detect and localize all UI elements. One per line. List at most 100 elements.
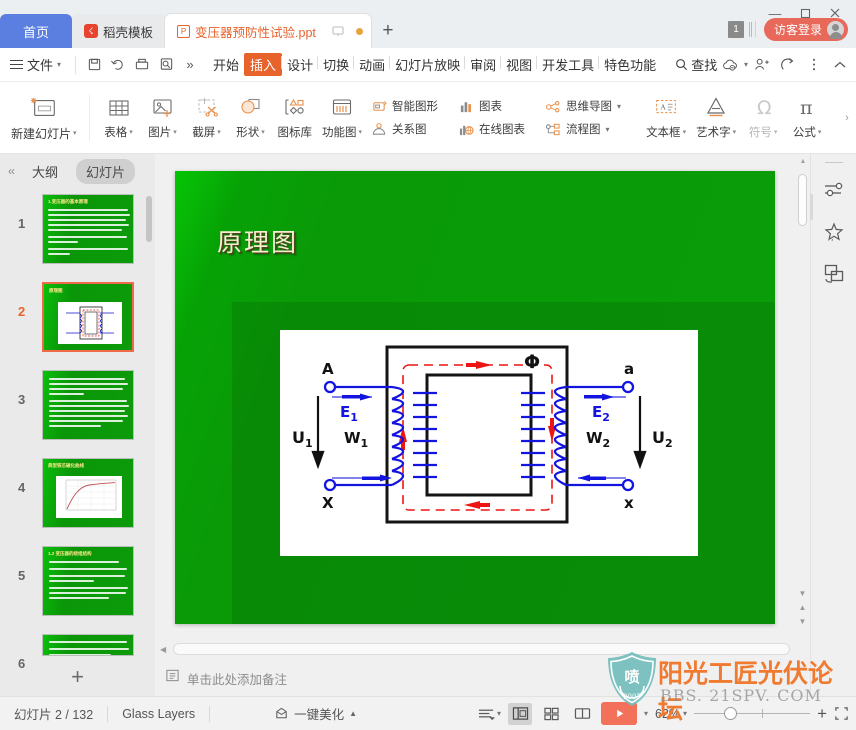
horizontal-scrollbar-thumb[interactable]: [173, 643, 790, 655]
ribbon-expand-icon[interactable]: ›: [840, 112, 854, 124]
mindmap-button[interactable]: 思维导图 ▾: [541, 97, 625, 115]
list-item[interactable]: 2 原理图: [0, 276, 155, 364]
formula-button[interactable]: π 公式 ▾: [785, 93, 829, 142]
insert-table-button[interactable]: 表格 ▾: [97, 93, 141, 142]
start-slideshow-button[interactable]: [601, 702, 637, 725]
add-slide-button[interactable]: +: [0, 664, 155, 690]
list-item[interactable]: 4 典型铁芯磁化曲线: [0, 452, 155, 540]
list-item[interactable]: 1 1.变压器的基本原理: [0, 188, 155, 276]
flowchart-button[interactable]: 流程图 ▾: [541, 120, 625, 138]
reading-view-button[interactable]: [570, 703, 594, 725]
slide-nav-middle[interactable]: ▲: [797, 603, 808, 612]
ribbon-tab-insert[interactable]: 插入: [244, 53, 283, 76]
notes-pane[interactable]: 单击此处添加备注: [155, 660, 810, 696]
normal-view-button[interactable]: [508, 702, 532, 725]
new-tab-button[interactable]: +: [371, 14, 405, 48]
ribbon-tab-developer[interactable]: 开发工具: [536, 53, 599, 76]
textbox-button[interactable]: A 文本框 ▾: [641, 93, 691, 142]
editor-horizontal-scrollbar[interactable]: ◀: [155, 640, 796, 660]
slide-thumbnail[interactable]: 典型铁芯磁化曲线: [42, 458, 134, 528]
symbol-button[interactable]: Ω 符号 ▾: [741, 93, 785, 142]
scrollbar-thumb[interactable]: [798, 174, 807, 226]
scroll-up-arrow[interactable]: ▲: [799, 158, 807, 165]
fit-to-window-button[interactable]: [834, 706, 850, 722]
add-collaborator-icon[interactable]: [750, 53, 774, 77]
design-ideas-button[interactable]: [811, 169, 856, 211]
scroll-left-arrow[interactable]: ◀: [160, 645, 166, 654]
print-icon[interactable]: [130, 53, 154, 77]
cloud-sync-icon[interactable]: [718, 53, 742, 77]
undo-icon[interactable]: [106, 53, 130, 77]
tab-docer-template[interactable]: ☇ 稻壳模板: [72, 14, 166, 48]
beautify-button[interactable]: 一键美化 ▲: [274, 704, 357, 723]
chevron-down-icon[interactable]: ▾: [744, 60, 748, 69]
insert-picture-button[interactable]: 图片 ▾: [141, 93, 185, 142]
next-slide-button[interactable]: ▼: [797, 617, 808, 626]
text-align-button[interactable]: ▾: [478, 707, 501, 721]
zoom-slider[interactable]: [694, 705, 811, 723]
save-icon[interactable]: [82, 53, 106, 77]
ribbon-tab-design[interactable]: 设计: [281, 53, 318, 76]
function-chart-button[interactable]: 功能图 ▾: [317, 93, 367, 142]
minimize-button[interactable]: —: [760, 2, 790, 24]
slideshow-options-caret[interactable]: ▾: [644, 709, 648, 718]
beautify-button[interactable]: [811, 211, 856, 253]
label-U1: U1: [292, 428, 313, 450]
maximize-button[interactable]: [790, 2, 820, 24]
chart-button[interactable]: 图表: [454, 97, 529, 115]
zoom-level-button[interactable]: 62% ▾: [655, 707, 687, 721]
ribbon-tab-animations[interactable]: 动画: [353, 53, 390, 76]
slide-thumbnail[interactable]: [42, 370, 134, 440]
transformer-principle-diagram[interactable]: Φ A X a x U1 U2 W1 W2 E1 E2: [280, 330, 698, 556]
fit-to-window-icon: [835, 706, 848, 720]
slide-thumbnail[interactable]: 原理图: [42, 282, 134, 352]
layers-button[interactable]: [811, 253, 856, 295]
list-item[interactable]: 3: [0, 364, 155, 452]
panel-tab-slides[interactable]: 幻灯片: [76, 158, 136, 184]
tab-count-badge[interactable]: 1: [728, 21, 750, 38]
slide-canvas[interactable]: 原理图 Φ A X a x U1 U2 W1 W2 E1 E2: [175, 171, 775, 624]
new-slide-button[interactable]: 新建幻灯片 ▾: [6, 92, 82, 144]
rail-drag-handle[interactable]: [810, 194, 813, 220]
collapse-panel-icon[interactable]: ‹‹: [8, 164, 15, 178]
ribbon-tab-transitions[interactable]: 切换: [317, 53, 354, 76]
zoom-slider-handle[interactable]: [724, 706, 738, 720]
slide-thumbnail[interactable]: [42, 634, 134, 656]
ribbon-tab-start[interactable]: 开始: [208, 53, 244, 76]
zoom-in-button[interactable]: +: [817, 704, 827, 724]
find-button[interactable]: 查找: [675, 55, 717, 74]
wordart-button[interactable]: 艺术字 ▾: [691, 93, 741, 142]
smart-art-button[interactable]: 智能图形: [367, 97, 442, 115]
online-chart-button[interactable]: 在线图表: [454, 120, 529, 138]
screenshot-button[interactable]: 截屏 ▾: [185, 93, 229, 142]
slide-thumbnail[interactable]: 1.2 变压器的绕组结构: [42, 546, 134, 616]
ribbon-tab-special[interactable]: 特色功能: [598, 53, 661, 76]
slide-thumbnail[interactable]: 1.变压器的基本原理: [42, 194, 134, 264]
panel-tab-outline[interactable]: 大纲: [22, 159, 68, 184]
thumbnail-list[interactable]: 1 1.变压器的基本原理 2 原理图 3 4 典型铁芯磁化曲线 5 1.2 变压…: [0, 188, 155, 696]
shapes-button[interactable]: 形状 ▾: [229, 93, 273, 142]
tab-document[interactable]: P 变压器预防性试验.ppt: [165, 14, 371, 48]
previous-slide-button[interactable]: ▼: [797, 589, 808, 598]
present-screen-icon[interactable]: [331, 24, 345, 38]
theme-name[interactable]: Glass Layers: [122, 707, 195, 721]
tab-home[interactable]: 首页: [0, 14, 72, 48]
ribbon-tab-review[interactable]: 审阅: [464, 53, 501, 76]
label-X: X: [322, 494, 334, 512]
slide-sorter-view-button[interactable]: [539, 703, 563, 725]
relation-chart-button[interactable]: 关系图: [367, 120, 442, 138]
editor-vertical-scrollbar[interactable]: ▲: [797, 156, 808, 634]
icon-library-button[interactable]: 图标库: [273, 93, 318, 142]
close-button[interactable]: [820, 2, 850, 24]
more-options-icon[interactable]: [802, 53, 826, 77]
list-item[interactable]: 5 1.2 变压器的绕组结构: [0, 540, 155, 628]
share-icon[interactable]: [776, 53, 800, 77]
file-menu-button[interactable]: 文件 ▾: [0, 55, 69, 74]
ribbon-tab-slideshow[interactable]: 幻灯片放映: [389, 53, 465, 76]
ribbon-tab-view[interactable]: 视图: [500, 53, 537, 76]
quick-access-overflow[interactable]: »: [178, 53, 202, 77]
thumbnail-scrollbar[interactable]: [146, 196, 152, 242]
collapse-ribbon-icon[interactable]: [828, 53, 852, 77]
slide-title[interactable]: 原理图: [217, 223, 298, 259]
print-preview-icon[interactable]: [154, 53, 178, 77]
